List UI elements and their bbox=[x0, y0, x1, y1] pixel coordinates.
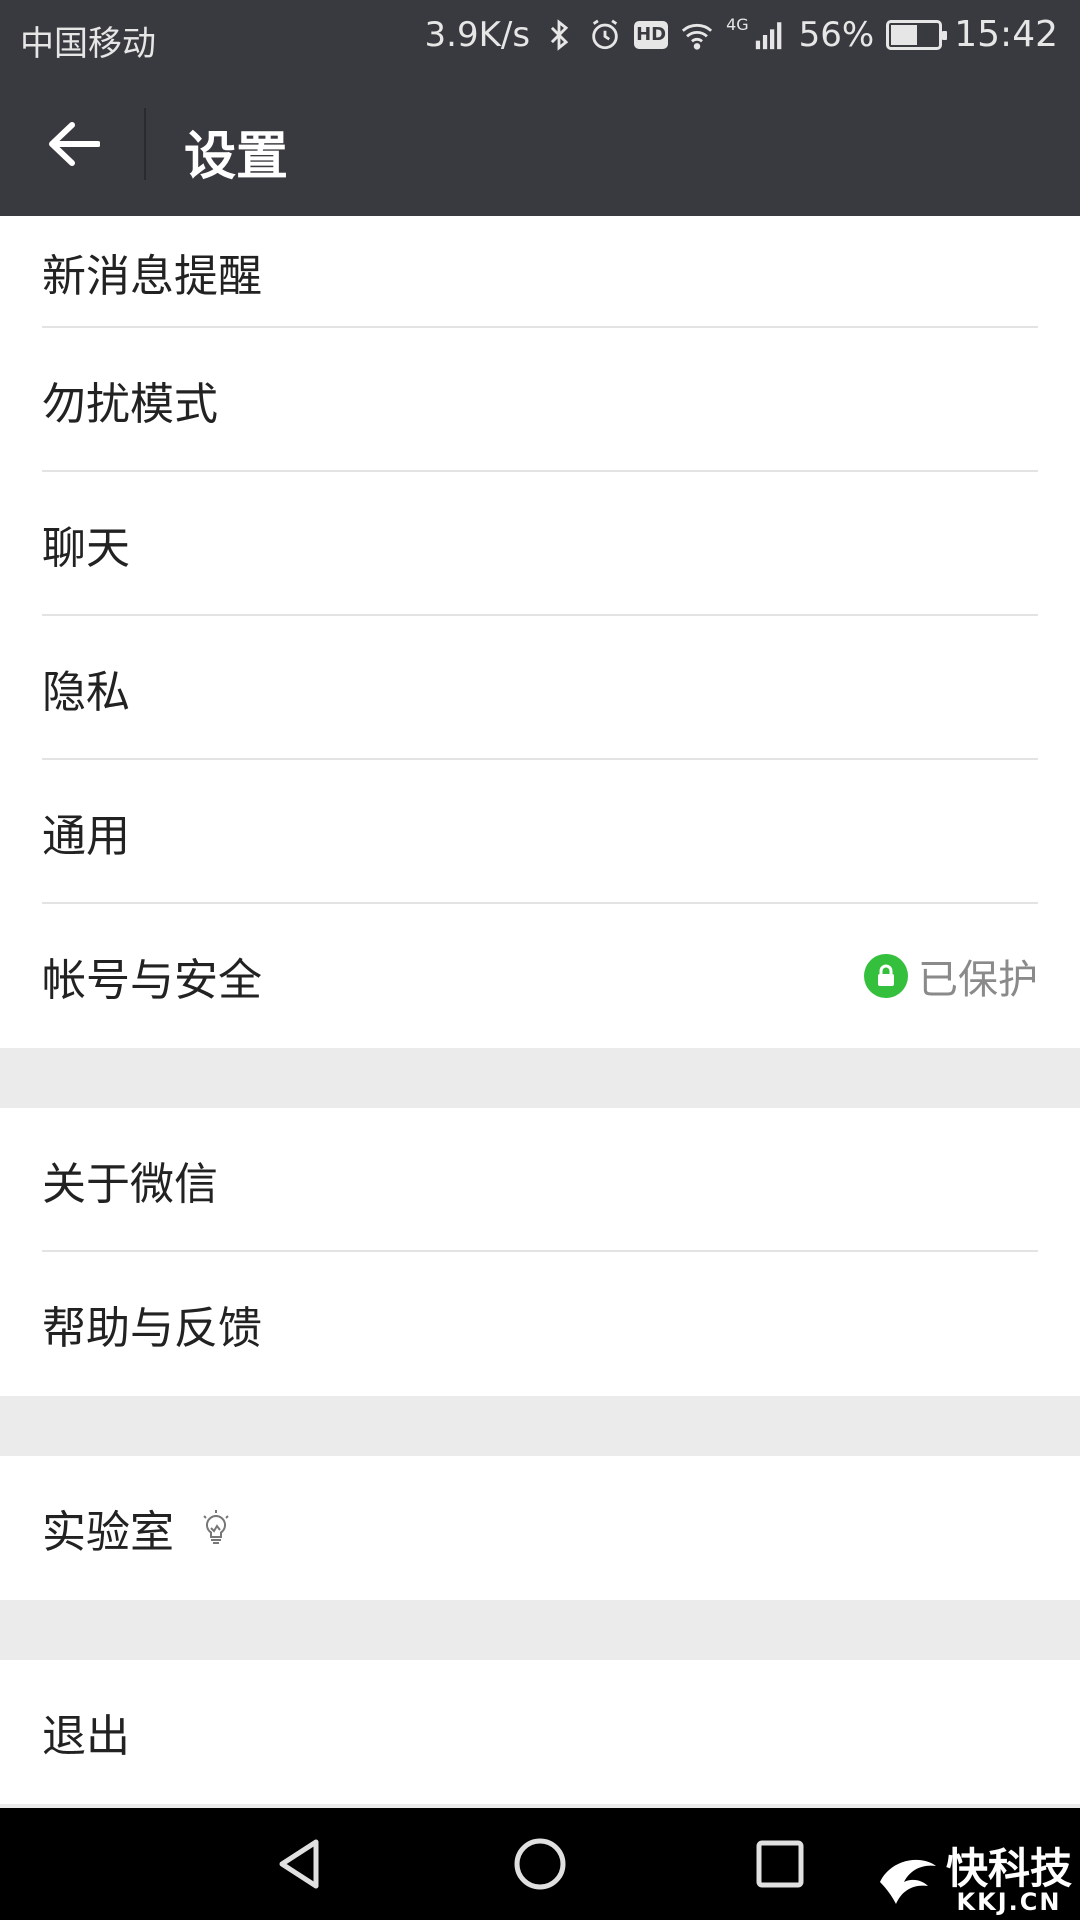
settings-item-logout[interactable]: 退出 bbox=[0, 1660, 1080, 1804]
circle-home-icon[interactable] bbox=[510, 1834, 570, 1894]
lightbulb-icon bbox=[203, 1510, 229, 1544]
watermark-logo bbox=[879, 1859, 936, 1904]
settings-item-do-not-disturb[interactable]: 勿扰模式 bbox=[0, 328, 1080, 472]
settings-list: 新消息提醒 勿扰模式 聊天 隐私 通用 帐号与安全 已保护 关于微信 帮助与反馈… bbox=[0, 216, 1080, 1804]
settings-item-general[interactable]: 通用 bbox=[0, 760, 1080, 904]
settings-item-account-security[interactable]: 帐号与安全 已保护 bbox=[0, 904, 1080, 1048]
settings-item-label: 帐号与安全 bbox=[42, 955, 262, 1006]
hd-icon: HD bbox=[634, 20, 669, 49]
lock-icon bbox=[864, 954, 908, 998]
carrier-name: 中国移动 bbox=[20, 24, 156, 64]
group-gap bbox=[0, 1048, 1080, 1108]
settings-item-label: 隐私 bbox=[42, 667, 130, 718]
settings-item-about[interactable]: 关于微信 bbox=[0, 1108, 1080, 1252]
settings-item-label: 通用 bbox=[42, 811, 130, 862]
watermark: 快科技 KKJ.CN bbox=[876, 1848, 1072, 1914]
settings-item-label: 新消息提醒 bbox=[42, 251, 262, 302]
battery-percent: 56% bbox=[798, 14, 875, 55]
triangle-back-icon[interactable] bbox=[270, 1834, 330, 1894]
status-bar: 中国移动 3.9K/s HD 4G 56% 15:42 bbox=[0, 0, 1080, 72]
settings-item-notifications[interactable]: 新消息提醒 bbox=[0, 216, 1080, 328]
settings-item-label: 关于微信 bbox=[42, 1159, 218, 1210]
settings-item-label: 实验室 bbox=[42, 1507, 174, 1558]
watermark-text-cn: 快科技 bbox=[945, 1844, 1072, 1893]
signal-icon bbox=[755, 21, 782, 49]
back-button[interactable] bbox=[28, 108, 118, 180]
settings-group-main: 新消息提醒 勿扰模式 聊天 隐私 通用 帐号与安全 已保护 bbox=[0, 216, 1080, 1048]
network-type: 4G bbox=[726, 15, 749, 34]
watermark-text-en: KKJ.CN bbox=[956, 1888, 1062, 1916]
status-icons: 3.9K/s HD 4G 56% 15:42 bbox=[425, 14, 1058, 55]
header-divider bbox=[144, 108, 146, 180]
settings-item-chats[interactable]: 聊天 bbox=[0, 472, 1080, 616]
battery-icon bbox=[886, 19, 948, 50]
settings-item-privacy[interactable]: 隐私 bbox=[0, 616, 1080, 760]
settings-group-logout: 退出 bbox=[0, 1660, 1080, 1804]
alarm-icon bbox=[592, 19, 618, 49]
settings-item-label: 聊天 bbox=[42, 523, 130, 574]
system-nav-bar: 快科技 KKJ.CN bbox=[0, 1808, 1080, 1920]
bluetooth-icon bbox=[551, 18, 569, 51]
security-status: 已保护 bbox=[864, 947, 1038, 1005]
group-gap bbox=[0, 1396, 1080, 1456]
net-speed: 3.9K/s bbox=[424, 14, 531, 55]
settings-item-label: 勿扰模式 bbox=[42, 379, 218, 430]
settings-group-about: 关于微信 帮助与反馈 bbox=[0, 1108, 1080, 1396]
settings-item-label: 退出 bbox=[42, 1711, 130, 1762]
settings-item-help-feedback[interactable]: 帮助与反馈 bbox=[0, 1252, 1080, 1396]
wifi-icon bbox=[681, 23, 713, 50]
page-title: 设置 bbox=[184, 127, 289, 187]
group-gap bbox=[0, 1600, 1080, 1660]
clock: 15:42 bbox=[954, 14, 1058, 55]
square-recents-icon[interactable] bbox=[750, 1834, 810, 1894]
security-status-text: 已保护 bbox=[918, 957, 1038, 1003]
settings-item-label: 帮助与反馈 bbox=[42, 1303, 262, 1354]
arrow-left-icon bbox=[49, 122, 100, 166]
settings-item-lab[interactable]: 实验室 bbox=[0, 1456, 1080, 1600]
settings-group-lab: 实验室 bbox=[0, 1456, 1080, 1600]
app-bar: 设置 bbox=[0, 72, 1080, 216]
